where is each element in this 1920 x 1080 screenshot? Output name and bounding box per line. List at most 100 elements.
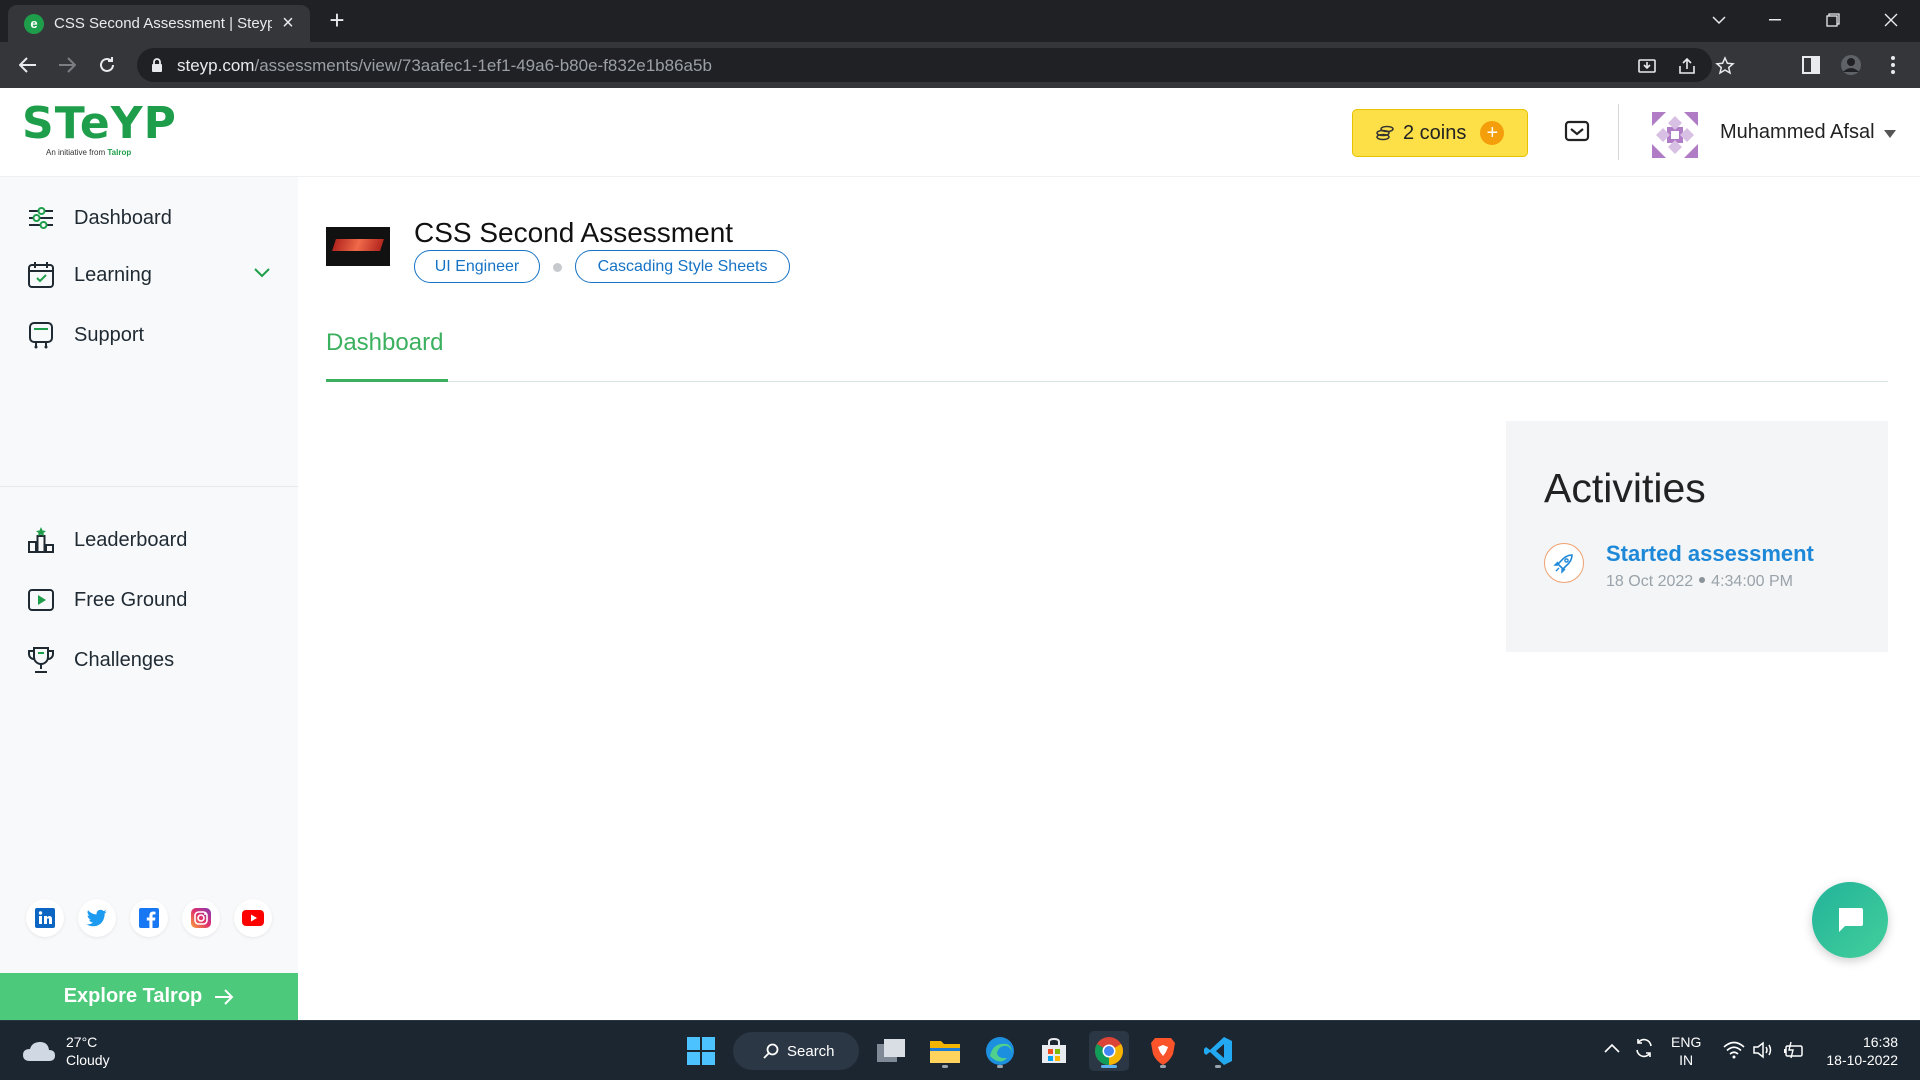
reload-button[interactable] bbox=[92, 50, 122, 80]
facebook-link[interactable] bbox=[130, 899, 168, 937]
activity-item-title[interactable]: Started assessment bbox=[1606, 541, 1814, 567]
tab-close-icon[interactable]: × bbox=[278, 12, 298, 35]
sidebar-item-label: Learning bbox=[74, 263, 152, 286]
sidebar-item-label: Free Ground bbox=[74, 588, 188, 611]
start-button[interactable] bbox=[681, 1031, 721, 1071]
sync-icon[interactable] bbox=[1633, 1037, 1655, 1059]
activity-date: 18 Oct 2022 bbox=[1606, 573, 1694, 590]
user-name[interactable]: Muhammed Afsal bbox=[1720, 121, 1875, 144]
battery-icon[interactable] bbox=[1782, 1041, 1804, 1059]
trophy-icon bbox=[28, 647, 54, 673]
taskbar-search-label: Search bbox=[787, 1042, 835, 1060]
back-button[interactable] bbox=[13, 50, 43, 80]
chevron-up-icon[interactable] bbox=[1604, 1043, 1620, 1053]
coins-button[interactable]: 2 coins + bbox=[1352, 109, 1528, 157]
tag-ui-engineer[interactable]: UI Engineer bbox=[414, 250, 540, 283]
chat-button[interactable] bbox=[1812, 882, 1888, 958]
taskbar-vscode[interactable] bbox=[1198, 1031, 1238, 1071]
steyp-logo[interactable]: STeYP An initiative from Talrop bbox=[22, 98, 177, 162]
minimize-button[interactable] bbox=[1746, 0, 1804, 40]
taskbar-store[interactable] bbox=[1034, 1031, 1074, 1071]
sidebar-item-support[interactable]: Support bbox=[0, 310, 298, 360]
input-language[interactable]: ENG IN bbox=[1671, 1033, 1701, 1069]
explore-talrop-button[interactable]: Explore Talrop bbox=[0, 973, 298, 1020]
messages-icon[interactable] bbox=[1564, 120, 1590, 142]
explore-talrop-label: Explore Talrop bbox=[63, 985, 203, 1007]
thumbnail-graphic bbox=[332, 239, 384, 251]
install-app-icon[interactable] bbox=[1637, 56, 1657, 76]
rocket-icon bbox=[1553, 554, 1573, 574]
vscode-icon bbox=[1204, 1037, 1232, 1065]
browser-menu-icon[interactable] bbox=[1882, 54, 1904, 76]
lock-icon[interactable] bbox=[151, 58, 163, 73]
taskbar-file-explorer[interactable] bbox=[925, 1031, 965, 1071]
weather-condition: Cloudy bbox=[66, 1052, 110, 1068]
taskbar-search[interactable]: Search bbox=[733, 1032, 859, 1070]
running-indicator bbox=[997, 1065, 1003, 1068]
youtube-link[interactable] bbox=[234, 899, 272, 937]
support-icon bbox=[29, 322, 53, 349]
browser-tab-bar: e CSS Second Assessment | Steyp's × + bbox=[0, 0, 1920, 42]
address-bar[interactable]: steyp.com/assessments/view/73aafec1-1ef1… bbox=[137, 48, 1735, 82]
tag-cascading-style-sheets[interactable]: Cascading Style Sheets bbox=[575, 250, 790, 283]
weather-widget[interactable]: 27°C Cloudy bbox=[22, 1033, 110, 1069]
dashboard-icon bbox=[29, 207, 53, 229]
tab-dashboard[interactable]: Dashboard bbox=[326, 329, 443, 357]
tab-title: CSS Second Assessment | Steyp's bbox=[54, 15, 272, 32]
arrow-right-icon bbox=[215, 988, 234, 1005]
brave-icon bbox=[1151, 1038, 1175, 1065]
instagram-icon bbox=[191, 908, 211, 928]
clock-time: 16:38 bbox=[1862, 1034, 1898, 1050]
logo-text: STeYP bbox=[22, 98, 177, 149]
chevron-down-icon[interactable] bbox=[254, 268, 270, 278]
microsoft-store-icon bbox=[1042, 1037, 1066, 1063]
forward-button[interactable] bbox=[52, 50, 82, 80]
sidebar-item-dashboard[interactable]: Dashboard bbox=[0, 193, 298, 243]
main-content: CSS Second Assessment UI Engineer Cascad… bbox=[298, 177, 1920, 1020]
windows-taskbar: 27°C Cloudy Search ENG IN 16:38 18-10-2022 bbox=[0, 1020, 1920, 1080]
tab-search-icon[interactable] bbox=[1690, 0, 1748, 40]
close-window-button[interactable] bbox=[1862, 0, 1920, 40]
browser-tab[interactable]: e CSS Second Assessment | Steyp's × bbox=[8, 5, 310, 42]
share-icon[interactable] bbox=[1677, 56, 1697, 76]
clock-date: 18-10-2022 bbox=[1826, 1052, 1898, 1068]
sidebar-item-label: Support bbox=[74, 323, 145, 346]
sidebar-item-leaderboard[interactable]: Leaderboard bbox=[0, 515, 298, 565]
page-title: CSS Second Assessment bbox=[414, 217, 734, 248]
taskbar-chrome[interactable] bbox=[1089, 1031, 1129, 1071]
linkedin-link[interactable] bbox=[26, 899, 64, 937]
new-tab-button[interactable]: + bbox=[322, 6, 352, 36]
weather-temperature: 27°C bbox=[66, 1034, 98, 1050]
taskbar-clock[interactable]: 16:38 18-10-2022 bbox=[1822, 1033, 1898, 1069]
sidebar-item-label: Dashboard bbox=[74, 206, 172, 229]
user-menu-caret-icon[interactable] bbox=[1884, 130, 1896, 138]
taskbar-brave[interactable] bbox=[1143, 1031, 1183, 1071]
header-divider bbox=[1618, 104, 1619, 160]
instagram-link[interactable] bbox=[182, 899, 220, 937]
running-indicator bbox=[942, 1065, 948, 1068]
search-icon bbox=[763, 1043, 779, 1059]
bookmark-star-icon[interactable] bbox=[1715, 56, 1735, 76]
sidebar-item-free-ground[interactable]: Free Ground bbox=[0, 575, 298, 625]
sidebar-item-challenges[interactable]: Challenges bbox=[0, 635, 298, 685]
add-coins-icon[interactable]: + bbox=[1480, 121, 1505, 145]
side-panel-icon[interactable] bbox=[1800, 54, 1822, 76]
taskbar-edge[interactable] bbox=[980, 1031, 1020, 1071]
activity-time: 4:34:00 PM bbox=[1711, 573, 1793, 590]
running-indicator bbox=[1160, 1065, 1166, 1068]
assessment-thumbnail bbox=[326, 227, 390, 266]
windows-start-icon bbox=[687, 1037, 715, 1065]
user-avatar[interactable] bbox=[1652, 112, 1698, 158]
activity-item-meta: 18 Oct 2022 4:34:00 PM bbox=[1606, 573, 1793, 591]
task-view-button[interactable] bbox=[871, 1031, 911, 1071]
restore-button[interactable] bbox=[1804, 0, 1862, 40]
social-links bbox=[26, 899, 272, 937]
chrome-icon bbox=[1095, 1037, 1123, 1065]
wifi-icon[interactable] bbox=[1723, 1041, 1745, 1059]
volume-icon[interactable] bbox=[1752, 1041, 1774, 1059]
activities-title: Activities bbox=[1544, 465, 1706, 511]
browser-toolbar: steyp.com/assessments/view/73aafec1-1ef1… bbox=[0, 42, 1920, 88]
twitter-link[interactable] bbox=[78, 899, 116, 937]
profile-avatar-icon[interactable] bbox=[1840, 54, 1862, 76]
sidebar-item-learning[interactable]: Learning bbox=[0, 250, 298, 300]
